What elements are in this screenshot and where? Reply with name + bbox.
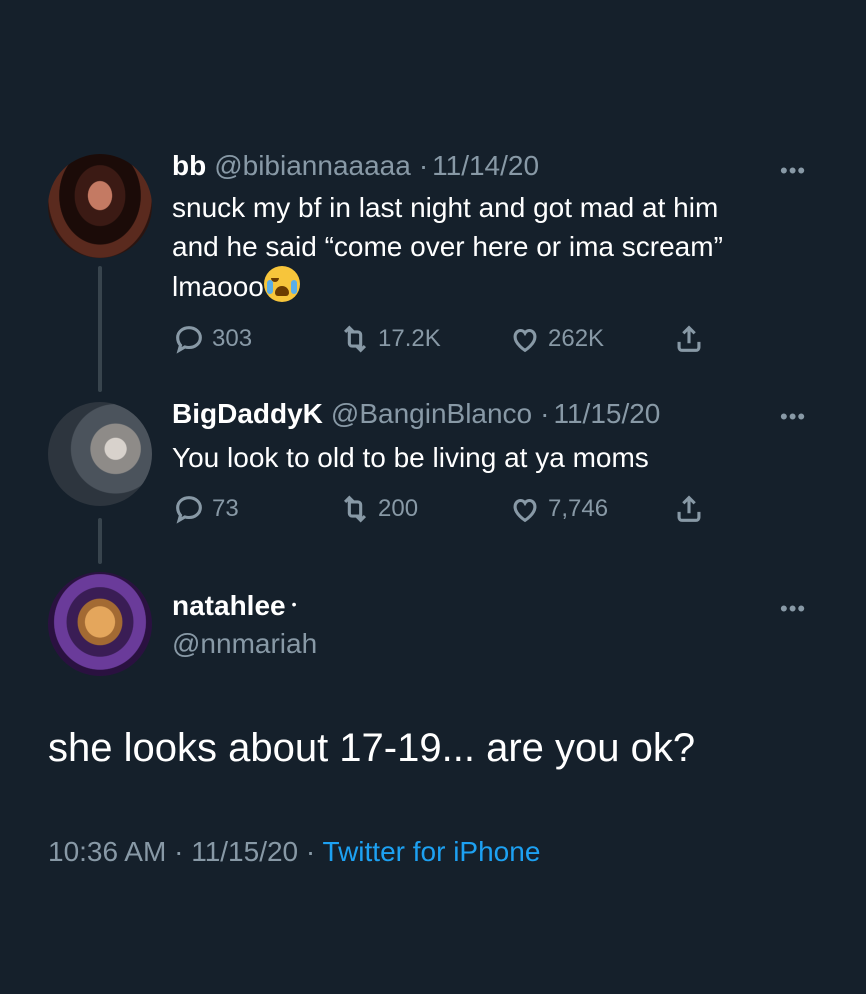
- share-icon: [677, 495, 701, 522]
- reply-button[interactable]: 303: [172, 322, 252, 356]
- tweet-actions: 73 200 7,746: [172, 492, 712, 532]
- avatar[interactable]: [48, 154, 152, 258]
- retweet-icon: [343, 325, 367, 353]
- tweet-date[interactable]: 11/15/20: [191, 836, 298, 867]
- thread-line: [98, 518, 102, 564]
- tweet-time[interactable]: 10:36 AM: [48, 836, 166, 867]
- separator: ·: [540, 398, 550, 429]
- share-button[interactable]: [672, 322, 706, 356]
- more-icon[interactable]: •••: [780, 158, 806, 184]
- reply-icon: [176, 496, 202, 524]
- name-badge: •: [291, 596, 297, 612]
- retweet-button[interactable]: 17.2K: [338, 322, 441, 356]
- like-button[interactable]: 7,746: [508, 492, 608, 526]
- display-name[interactable]: BigDaddyK: [172, 398, 323, 429]
- tweet-date[interactable]: 11/15/20: [553, 398, 660, 429]
- tweet-text: she looks about 17-19... are you ok?: [48, 726, 696, 770]
- like-button[interactable]: 262K: [508, 322, 604, 356]
- more-icon[interactable]: •••: [780, 596, 806, 622]
- tweet-text: You look to old to be living at ya moms: [172, 442, 649, 473]
- share-button[interactable]: [672, 492, 706, 526]
- tweet-text-line: lmaooo: [172, 266, 723, 306]
- thread-line: [98, 266, 102, 392]
- retweet-count: 17.2K: [378, 325, 441, 352]
- reply-icon: [176, 326, 202, 354]
- separator: ·: [305, 836, 316, 867]
- tweet-footer: 10:36 AM · 11/15/20 · Twitter for iPhone: [48, 836, 540, 868]
- reply-button[interactable]: 73: [172, 492, 239, 526]
- tweet-text: snuck my bf in last night and got mad at…: [172, 188, 723, 306]
- author-name-row: natahlee •: [172, 590, 297, 622]
- display-name[interactable]: bb: [172, 150, 206, 181]
- separator: ·: [418, 150, 429, 181]
- separator: ·: [174, 836, 184, 867]
- tweet-header: BigDaddyK @BanginBlanco · 11/15/20: [172, 398, 668, 430]
- tweet-header: bb @bibiannaaaaa · 11/14/20: [172, 150, 547, 182]
- display-name[interactable]: natahlee: [172, 590, 286, 621]
- source-link[interactable]: Twitter for iPhone: [323, 836, 541, 867]
- like-icon: [513, 498, 537, 523]
- tweet-text-line: lmaooo: [172, 271, 264, 302]
- tweet-text-line: snuck my bf in last night and got mad at…: [172, 192, 719, 223]
- handle[interactable]: @BanginBlanco: [331, 398, 532, 429]
- crying-face-icon: [263, 266, 300, 302]
- tweet-text-line: and he said “come over here or ima screa…: [172, 231, 723, 262]
- handle[interactable]: @nnmariah: [172, 628, 317, 660]
- more-icon[interactable]: •••: [780, 404, 806, 430]
- reply-count: 303: [212, 325, 253, 352]
- avatar[interactable]: [48, 572, 152, 676]
- avatar[interactable]: [48, 402, 152, 506]
- retweet-count: 200: [378, 495, 419, 522]
- reply-count: 73: [212, 495, 239, 522]
- like-count: 262K: [548, 325, 605, 352]
- retweet-icon: [343, 495, 367, 523]
- handle[interactable]: @bibiannaaaaa: [214, 150, 411, 181]
- like-count: 7,746: [548, 495, 609, 522]
- tweet-date[interactable]: 11/14/20: [432, 150, 539, 181]
- retweet-button[interactable]: 200: [338, 492, 418, 526]
- like-icon: [513, 328, 537, 353]
- share-icon: [677, 325, 701, 352]
- tweet-actions: 303 17.2K 262K: [172, 322, 712, 362]
